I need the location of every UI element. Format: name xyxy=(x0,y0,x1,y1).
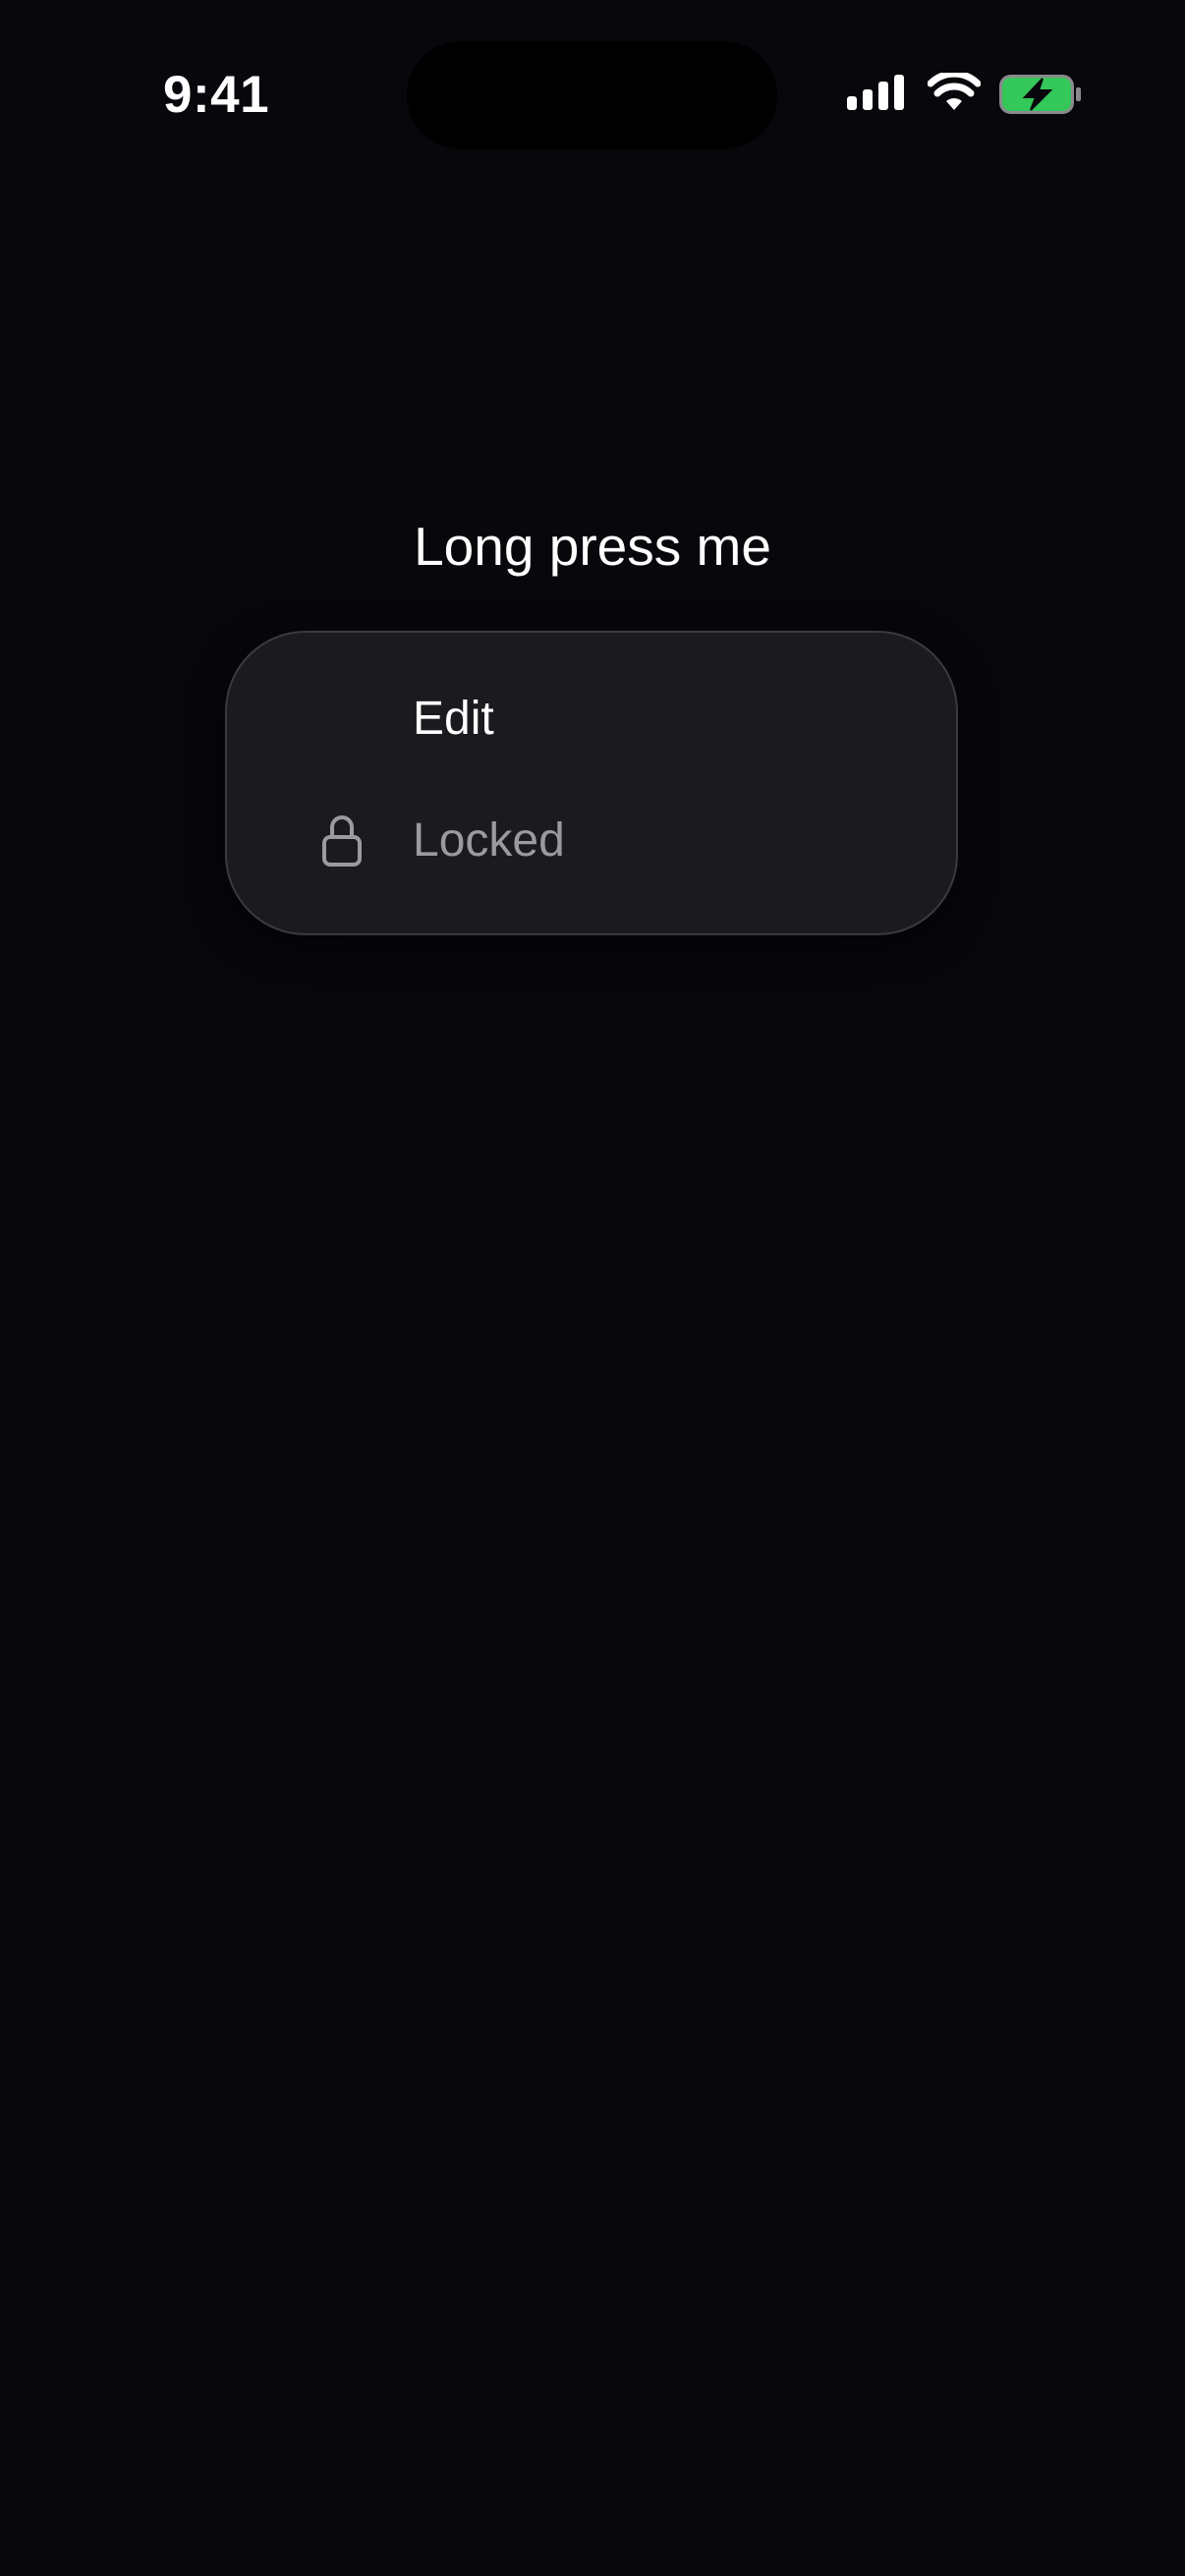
menu-item-edit[interactable]: Edit xyxy=(0,660,1185,778)
status-icons xyxy=(847,69,1083,120)
battery-charging-icon xyxy=(999,75,1081,114)
screen: 9:41 Long press me Edit Locked xyxy=(0,0,1185,2576)
long-press-label[interactable]: Long press me xyxy=(0,515,1185,578)
menu-item-label: Edit xyxy=(413,693,494,745)
status-time: 9:41 xyxy=(163,66,270,124)
wifi-icon xyxy=(928,73,981,110)
menu-item-locked: Locked xyxy=(0,782,1185,900)
signal-icon xyxy=(847,75,904,110)
menu-item-label: Locked xyxy=(413,814,565,867)
lock-icon xyxy=(322,815,362,867)
dynamic-island xyxy=(407,41,777,149)
